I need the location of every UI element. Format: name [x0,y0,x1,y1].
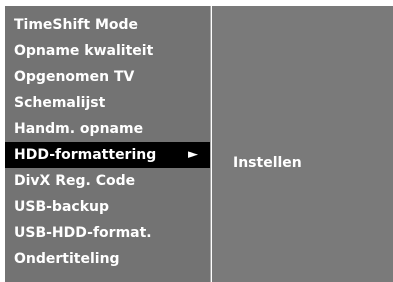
menu-item-label: USB-backup [14,199,109,215]
submenu-option-instellen[interactable]: Instellen [233,153,302,173]
menu-item-divx-reg-code[interactable]: DivX Reg. Code [5,168,210,194]
menu-item-usb-hdd-format[interactable]: USB-HDD-format. [5,220,210,246]
menu-item-handm-opname[interactable]: Handm. opname [5,116,210,142]
menu-item-opgenomen-tv[interactable]: Opgenomen TV [5,64,210,90]
menu-item-ondertiteling[interactable]: Ondertiteling [5,246,210,272]
submenu-arrow-icon: ► [188,147,198,162]
menu-item-hdd-formattering[interactable]: HDD-formattering ► [5,142,210,168]
main-menu-panel: TimeShift Mode Opname kwaliteit Opgenome… [5,6,211,282]
menu-item-label: Opgenomen TV [14,69,135,85]
menu-item-timeshift-mode[interactable]: TimeShift Mode [5,12,210,38]
menu-item-label: TimeShift Mode [14,17,139,33]
menu-item-usb-backup[interactable]: USB-backup [5,194,210,220]
menu-item-schemalijst[interactable]: Schemalijst [5,90,210,116]
submenu-panel: Instellen [212,6,393,282]
menu-item-label: Ondertiteling [14,251,120,267]
menu-item-label: Schemalijst [14,95,106,111]
tv-menu-screen: TimeShift Mode Opname kwaliteit Opgenome… [0,0,393,282]
menu-item-label: DivX Reg. Code [14,173,136,189]
menu-item-label: USB-HDD-format. [14,225,152,241]
menu-item-opname-kwaliteit[interactable]: Opname kwaliteit [5,38,210,64]
menu-item-label: Handm. opname [14,121,144,137]
main-menu-list: TimeShift Mode Opname kwaliteit Opgenome… [5,12,210,272]
menu-item-label: Opname kwaliteit [14,43,154,59]
menu-item-label: HDD-formattering [14,147,157,163]
